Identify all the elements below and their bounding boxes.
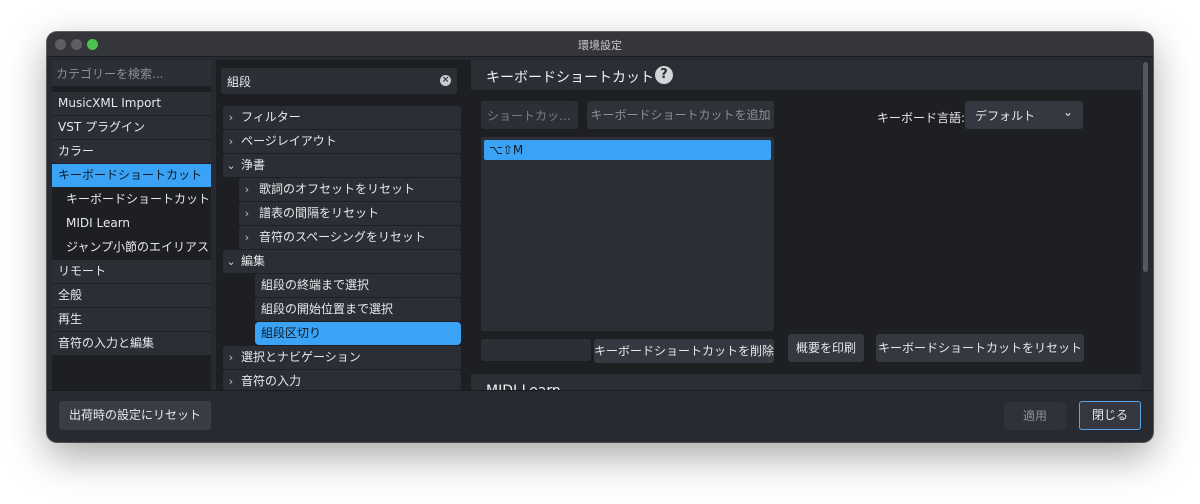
window-title: 環境設定 (578, 39, 622, 52)
chevron-down-icon[interactable]: ⌄ (223, 250, 239, 273)
chevron-down-icon[interactable]: ⌄ (223, 154, 239, 177)
command-search-value: 組段 (227, 75, 252, 89)
keyboard-language-value: デフォルト (975, 109, 1036, 123)
category-item[interactable]: 音符の入力と編集 (52, 332, 211, 355)
tree-item[interactable]: 組段の開始位置まで選択 (255, 298, 461, 321)
tree-item[interactable]: › 歌詞のオフセットをリセット (239, 178, 461, 201)
category-item[interactable]: VST プラグイン (52, 116, 211, 139)
category-list: MusicXML Import VST プラグイン カラー キーボードショートカットキ… (52, 92, 211, 356)
chevron-right-icon[interactable]: › (223, 106, 239, 129)
tree-item[interactable]: 組段の終端まで選択 (255, 274, 461, 297)
category-panel: カテゴリーを検索... MusicXML Import VST プラグイン カラーキ… (52, 60, 211, 390)
category-item[interactable]: リモート (52, 260, 211, 283)
apply-button[interactable]: 適用 (1004, 402, 1066, 430)
clear-search-icon[interactable]: × (440, 75, 451, 86)
section-title: キーボードショートカット (486, 70, 654, 86)
tree-item-label: 組段区切り (261, 326, 322, 340)
tree-item-label: 編集 (241, 254, 266, 268)
title-bar: 環境設定 (47, 32, 1153, 57)
command-search-input[interactable]: 組段 × (221, 68, 457, 94)
preferences-window: 環境設定 カテゴリーを検索... MusicXML Import VST プラグイ… (47, 32, 1153, 442)
print-summary-button[interactable]: 概要を印刷 (788, 334, 864, 362)
delete-shortcut-button[interactable]: キーボードショートカットを削除 (594, 339, 774, 363)
keyboard-language-label: キーボード言語: (877, 111, 966, 125)
section-header: キーボードショートカット ? (471, 60, 1141, 90)
category-subitem[interactable]: MIDI Learn (52, 212, 211, 235)
category-item[interactable]: キーボードショートカット (52, 164, 211, 187)
reset-shortcuts-button[interactable]: キーボードショートカットをリセット (876, 334, 1084, 362)
tree-item[interactable]: › フィルター (223, 106, 461, 129)
tree-item-label: 歌詞のオフセットをリセット (259, 182, 416, 196)
chevron-right-icon[interactable]: › (239, 226, 255, 249)
tree-item-label: 音符のスペーシングをリセット (259, 230, 426, 244)
footer-bar: 出荷時の設定にリセット 適用 閉じる (47, 390, 1153, 442)
chevron-down-icon: ⌄ (1062, 105, 1073, 119)
tree-item-label: 譜表の間隔をリセット (259, 206, 380, 220)
category-item[interactable]: 全般 (52, 284, 211, 307)
help-icon[interactable]: ? (655, 66, 673, 84)
close-button[interactable]: 閉じる (1079, 401, 1141, 430)
category-subitem[interactable]: キーボードショートカット (52, 188, 211, 211)
category-item[interactable]: カラー (52, 140, 211, 163)
shortcut-settings-panel: キーボードショートカット ? ショートカッ… キーボードショートカットを追加 キ… (471, 60, 1141, 410)
add-shortcut-button[interactable]: キーボードショートカットを追加 (587, 101, 774, 129)
shortcut-input[interactable]: ショートカッ… (481, 101, 578, 129)
tree-item-label: 浄書 (241, 158, 266, 172)
category-item[interactable]: MusicXML Import (52, 92, 211, 115)
chevron-right-icon[interactable]: › (239, 178, 255, 201)
scrollbar[interactable] (1143, 62, 1148, 272)
tree-item[interactable]: ⌄ 編集 (223, 250, 461, 273)
category-search-input[interactable]: カテゴリーを検索... (52, 60, 211, 86)
command-tree: › フィルター › ページレイアウト ⌄ 浄書 › 歌詞のオフセットをリセット › 譜表の間隔をリ… (223, 106, 461, 394)
shortcut-detail-field (481, 339, 591, 361)
tree-item[interactable]: ⌄ 浄書 (223, 154, 461, 177)
shortcut-list: ⌥⇧M (481, 137, 774, 331)
chevron-right-icon[interactable]: › (223, 346, 239, 369)
chevron-right-icon[interactable]: › (239, 202, 255, 225)
tree-item[interactable]: 組段区切り (255, 322, 461, 345)
shortcut-item[interactable]: ⌥⇧M (484, 140, 771, 160)
tree-item-label: 組段の終端まで選択 (261, 278, 370, 292)
tree-item-label: 選択とナビゲーション (241, 350, 361, 364)
chevron-right-icon[interactable]: › (223, 130, 239, 153)
tree-item-label: ページレイアウト (241, 134, 337, 148)
factory-reset-button[interactable]: 出荷時の設定にリセット (59, 401, 211, 430)
keyboard-language-select[interactable]: デフォルト ⌄ (965, 101, 1083, 129)
tree-item[interactable]: › 音符のスペーシングをリセット (239, 226, 461, 249)
category-subitem[interactable]: ジャンプ小節のエイリアス (52, 236, 211, 259)
tree-item[interactable]: › ページレイアウト (223, 130, 461, 153)
tree-item[interactable]: › 選択とナビゲーション (223, 346, 461, 369)
tree-item-label: フィルター (241, 110, 301, 124)
tree-item-label: 組段の開始位置まで選択 (261, 302, 394, 316)
category-item[interactable]: 再生 (52, 308, 211, 331)
command-tree-panel: 組段 × › フィルター › ページレイアウト ⌄ 浄書 › 歌詞のオフセットをリセット › 譜表… (216, 60, 471, 393)
tree-item[interactable]: › 譜表の間隔をリセット (239, 202, 461, 225)
